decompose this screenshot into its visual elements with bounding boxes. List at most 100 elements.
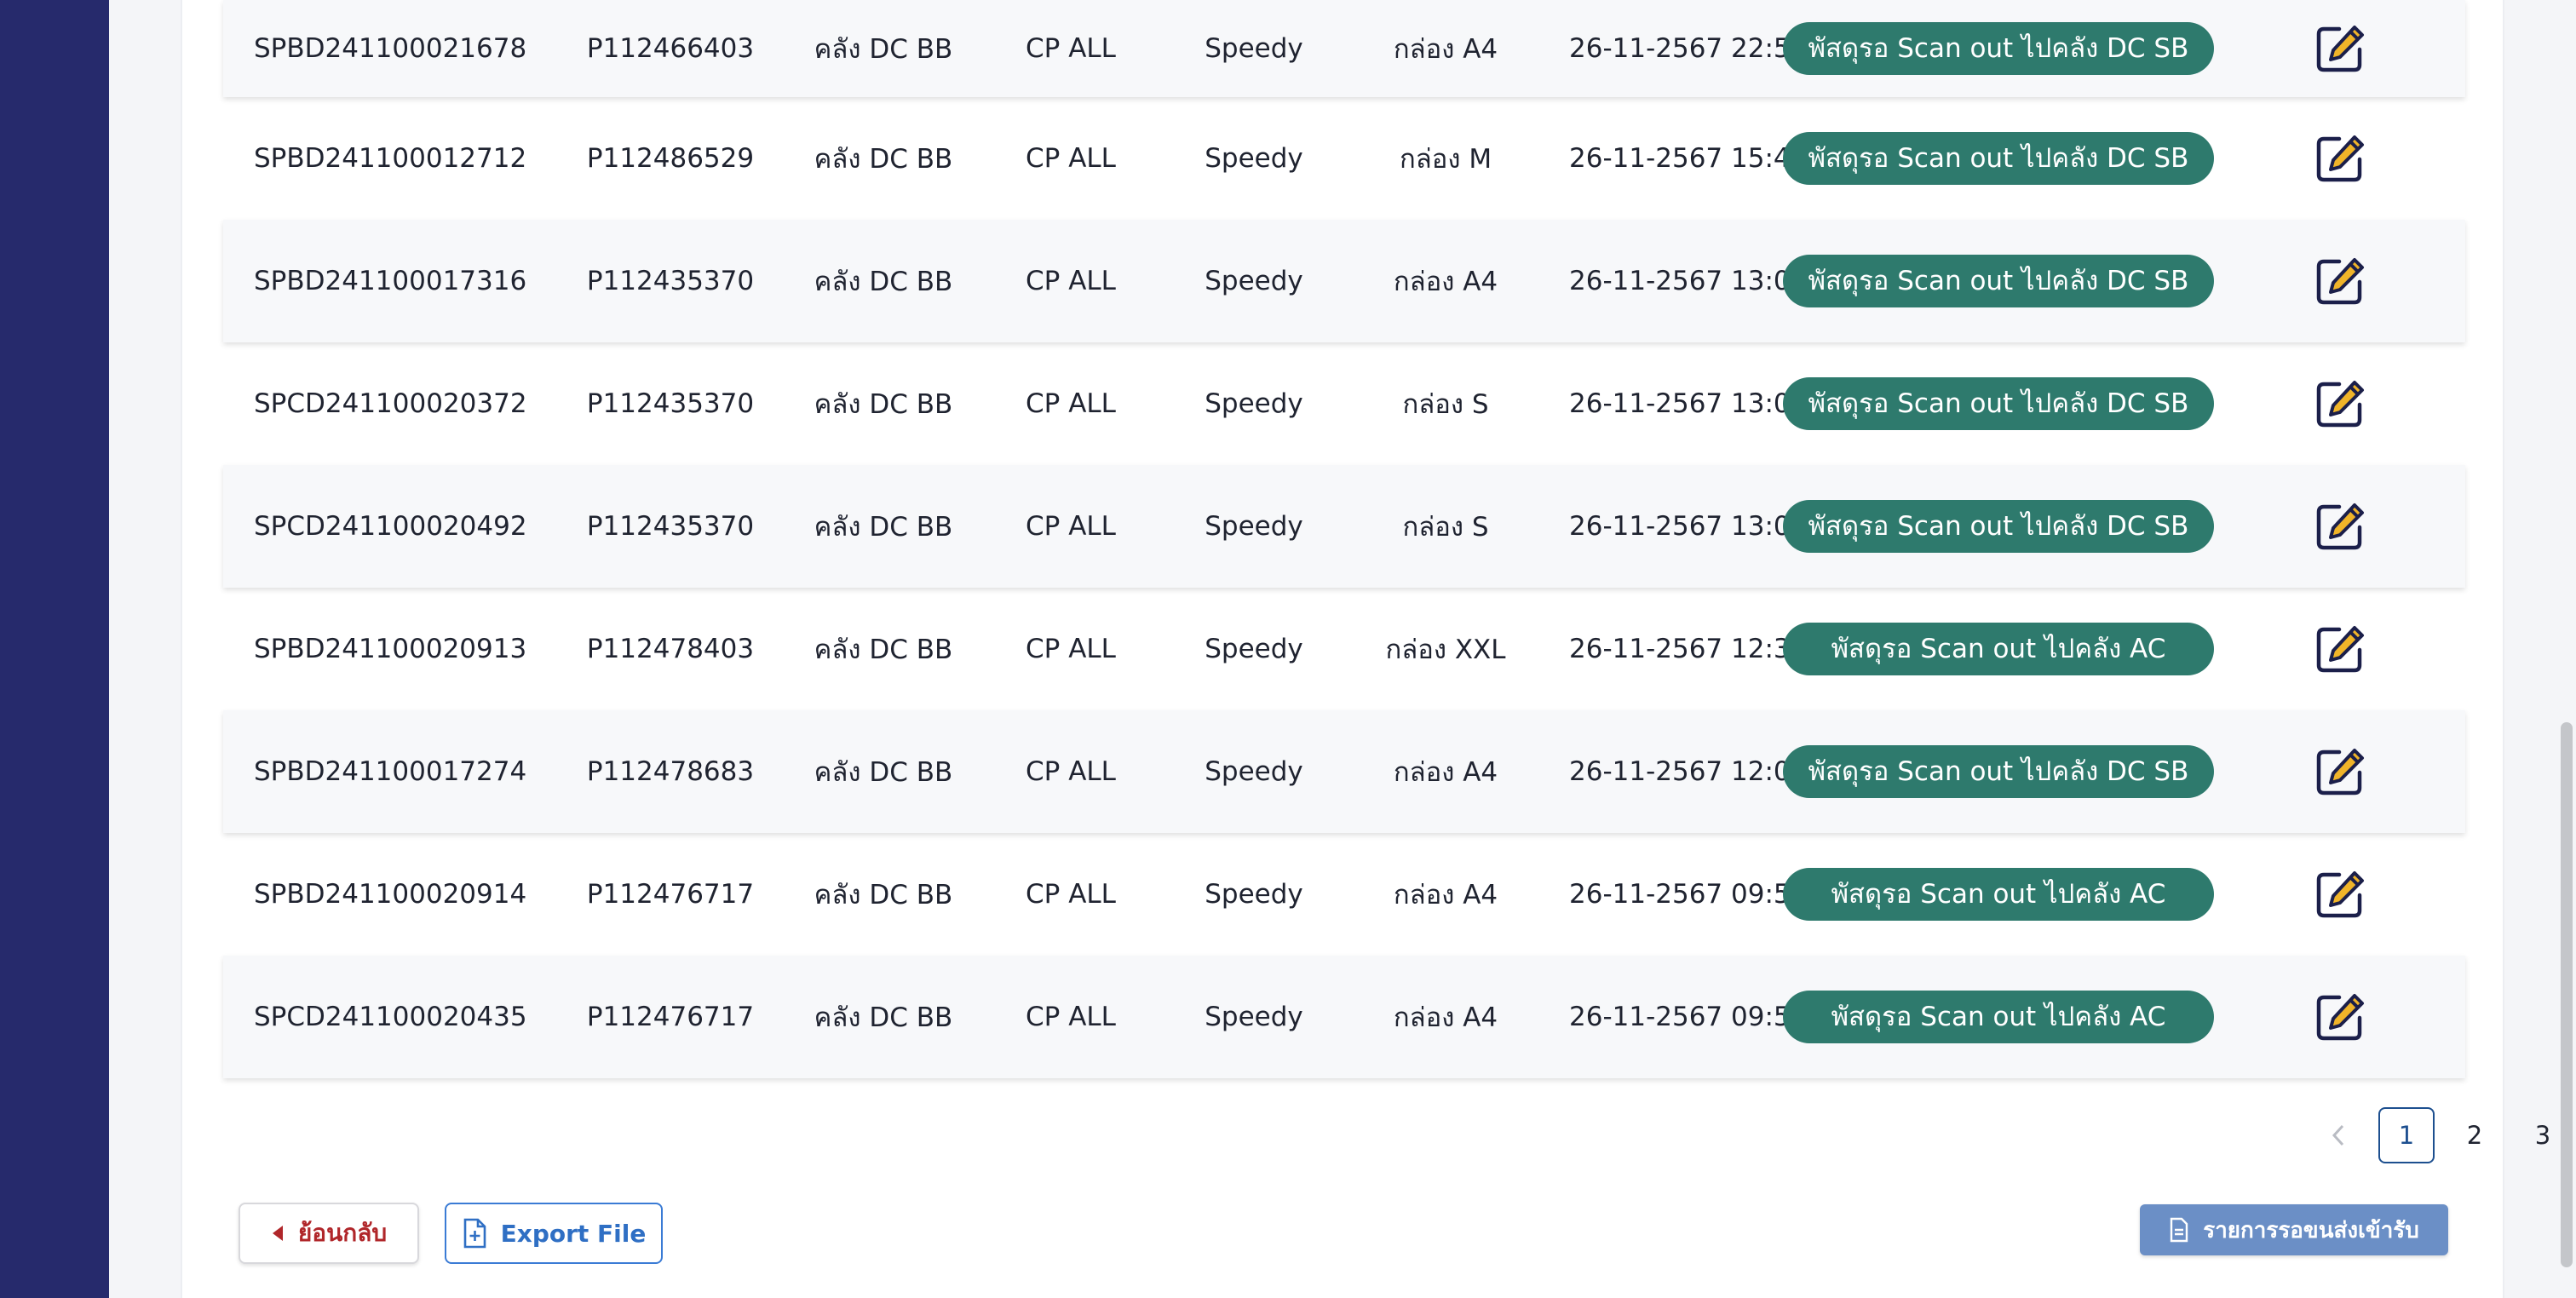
row-status-cell: พัสดุรอ Scan out ไปคลัง DC SB xyxy=(1782,500,2215,553)
status-badge: พัสดุรอ Scan out ไปคลัง DC SB xyxy=(1783,132,2214,185)
row-code: SPBD241100020913 xyxy=(254,634,527,664)
table-row: SPCD241100020492 P112435370 คลัง DC BB CP A… xyxy=(223,465,2465,588)
row-box-size: กล่อง A4 xyxy=(1393,267,1498,297)
page-1-button[interactable]: 1 xyxy=(2378,1107,2435,1163)
row-code: SPBD241100020914 xyxy=(254,879,527,910)
edit-pencil-icon[interactable] xyxy=(2313,867,2367,922)
row-status-cell: พัสดุรอ Scan out ไปคลัง AC xyxy=(1782,991,2215,1043)
row-carrier: Speedy xyxy=(1205,756,1303,787)
row-datetime: 26-11-2567 12:36 xyxy=(1569,634,1808,664)
row-code: SPCD241100020492 xyxy=(254,511,527,542)
caret-left-icon xyxy=(271,1224,285,1243)
row-box-size: กล่อง A4 xyxy=(1393,1002,1498,1033)
table-row: SPCD241100020435 P112476717 คลัง DC BB CP A… xyxy=(223,956,2465,1078)
row-action-cell xyxy=(2215,254,2465,308)
content-card: SPBD241100021678 P112466403 คลัง DC BB CP A… xyxy=(181,0,2550,1298)
row-action-cell xyxy=(2215,744,2465,799)
row-carrier: Speedy xyxy=(1205,634,1303,664)
row-customer: CP ALL xyxy=(1026,143,1116,174)
status-badge: พัสดุรอ Scan out ไปคลัง DC SB xyxy=(1783,377,2214,430)
row-datetime: 26-11-2567 15:48 xyxy=(1569,143,1808,174)
table-row: SPCD241100020372 P112435370 คลัง DC BB CP A… xyxy=(223,342,2465,465)
row-datetime: 26-11-2567 13:05 xyxy=(1569,266,1808,296)
row-code: SPBD241100012712 xyxy=(254,143,527,174)
edit-pencil-icon[interactable] xyxy=(2313,499,2367,554)
row-po-number: P112478403 xyxy=(586,634,755,664)
back-button-label: ย้อนกลับ xyxy=(297,1219,388,1247)
page-2-button[interactable]: 2 xyxy=(2447,1107,2503,1163)
row-code: SPBD241100021678 xyxy=(254,33,527,64)
chevron-left-icon[interactable] xyxy=(2310,1107,2366,1163)
export-file-button[interactable]: Export File xyxy=(445,1203,663,1264)
row-box-size: กล่อง S xyxy=(1402,389,1489,420)
document-icon xyxy=(2169,1217,2189,1243)
row-po-number: P112476717 xyxy=(586,1002,755,1032)
row-action-cell xyxy=(2215,990,2465,1044)
row-action-cell xyxy=(2215,131,2465,186)
row-action-cell xyxy=(2215,21,2465,76)
row-warehouse: คลัง DC BB xyxy=(814,512,953,543)
row-po-number: P112478683 xyxy=(586,756,755,787)
row-warehouse: คลัง DC BB xyxy=(814,389,953,420)
status-badge: พัสดุรอ Scan out ไปคลัง AC xyxy=(1783,868,2214,921)
row-warehouse: คลัง DC BB xyxy=(814,1002,953,1033)
status-badge: พัสดุรอ Scan out ไปคลัง DC SB xyxy=(1783,745,2214,798)
status-badge: พัสดุรอ Scan out ไปคลัง AC xyxy=(1783,991,2214,1043)
row-customer: CP ALL xyxy=(1026,33,1116,64)
row-po-number: P112476717 xyxy=(586,879,755,910)
status-badge: พัสดุรอ Scan out ไปคลัง AC xyxy=(1783,623,2214,675)
row-status-cell: พัสดุรอ Scan out ไปคลัง DC SB xyxy=(1782,745,2215,798)
row-warehouse: คลัง DC BB xyxy=(814,757,953,788)
row-action-cell xyxy=(2215,867,2465,922)
row-carrier: Speedy xyxy=(1205,879,1303,910)
row-code: SPBD241100017316 xyxy=(254,266,527,296)
table-row: SPBD241100017316 P112435370 คลัง DC BB CP A… xyxy=(223,220,2465,342)
row-carrier: Speedy xyxy=(1205,1002,1303,1032)
row-warehouse: คลัง DC BB xyxy=(814,144,953,175)
row-status-cell: พัสดุรอ Scan out ไปคลัง AC xyxy=(1782,868,2215,921)
row-status-cell: พัสดุรอ Scan out ไปคลัง DC SB xyxy=(1782,132,2215,185)
row-customer: CP ALL xyxy=(1026,388,1116,419)
pagination: 1 2 3 xyxy=(2310,1107,2576,1163)
row-warehouse: คลัง DC BB xyxy=(814,34,953,65)
row-box-size: กล่อง A4 xyxy=(1393,34,1498,65)
row-carrier: Speedy xyxy=(1205,511,1303,542)
row-po-number: P112435370 xyxy=(586,266,755,296)
row-action-cell xyxy=(2215,622,2465,676)
row-po-number: P112466403 xyxy=(586,33,755,64)
row-customer: CP ALL xyxy=(1026,266,1116,296)
row-status-cell: พัสดุรอ Scan out ไปคลัง DC SB xyxy=(1782,22,2215,75)
pending-pickup-button[interactable]: รายการรอขนส่งเข้ารับ xyxy=(2140,1204,2448,1255)
status-badge: พัสดุรอ Scan out ไปคลัง DC SB xyxy=(1783,22,2214,75)
row-customer: CP ALL xyxy=(1026,879,1116,910)
row-warehouse: คลัง DC BB xyxy=(814,635,953,665)
row-datetime: 26-11-2567 09:58 xyxy=(1569,879,1808,910)
row-datetime: 26-11-2567 09:58 xyxy=(1569,1002,1808,1032)
edit-pencil-icon[interactable] xyxy=(2313,622,2367,676)
row-po-number: P112435370 xyxy=(586,511,755,542)
status-badge: พัสดุรอ Scan out ไปคลัง DC SB xyxy=(1783,255,2214,307)
row-carrier: Speedy xyxy=(1205,388,1303,419)
row-code: SPCD241100020435 xyxy=(254,1002,527,1032)
scrollbar[interactable] xyxy=(2556,0,2576,1298)
row-datetime: 26-11-2567 22:56 xyxy=(1569,33,1808,64)
pending-pickup-label: รายการรอขนส่งเข้ารับ xyxy=(2203,1217,2419,1243)
edit-pencil-icon[interactable] xyxy=(2313,21,2367,76)
edit-pencil-icon[interactable] xyxy=(2313,376,2367,431)
edit-pencil-icon[interactable] xyxy=(2313,744,2367,799)
row-datetime: 26-11-2567 13:05 xyxy=(1569,388,1808,419)
row-customer: CP ALL xyxy=(1026,1002,1116,1032)
edit-pencil-icon[interactable] xyxy=(2313,254,2367,308)
row-action-cell xyxy=(2215,376,2465,431)
scrollbar-thumb[interactable] xyxy=(2561,722,2573,1267)
edit-pencil-icon[interactable] xyxy=(2313,131,2367,186)
edit-pencil-icon[interactable] xyxy=(2313,990,2367,1044)
row-box-size: กล่อง S xyxy=(1402,512,1489,543)
status-badge: พัสดุรอ Scan out ไปคลัง DC SB xyxy=(1783,500,2214,553)
row-customer: CP ALL xyxy=(1026,511,1116,542)
row-status-cell: พัสดุรอ Scan out ไปคลัง DC SB xyxy=(1782,377,2215,430)
row-warehouse: คลัง DC BB xyxy=(814,880,953,910)
row-carrier: Speedy xyxy=(1205,266,1303,296)
row-box-size: กล่อง A4 xyxy=(1393,880,1498,910)
back-button[interactable]: ย้อนกลับ xyxy=(239,1203,419,1264)
